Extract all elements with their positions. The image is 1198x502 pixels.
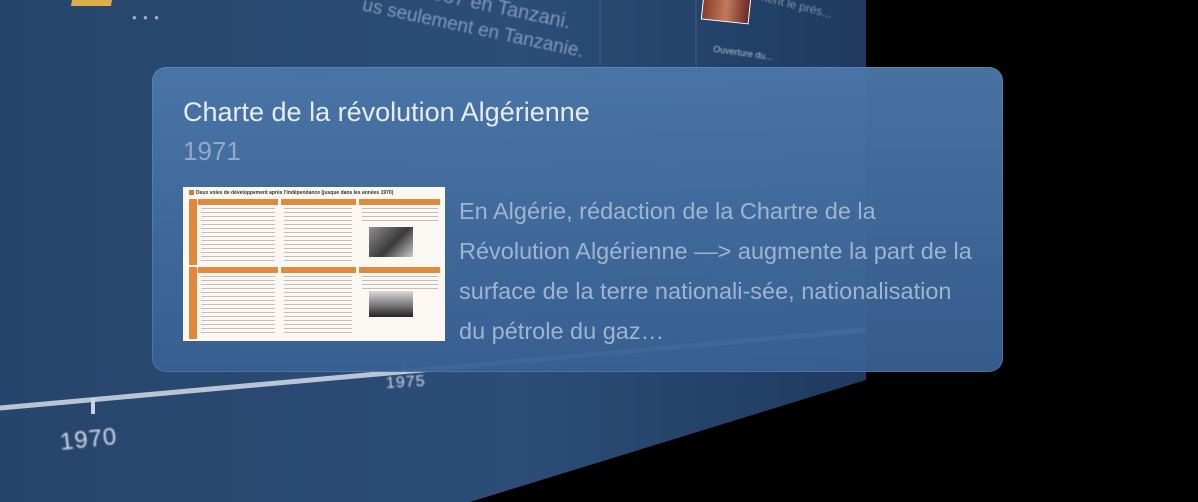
document-table-row: [189, 199, 440, 265]
year-tick: [91, 398, 95, 414]
document-photo: [369, 227, 413, 257]
document-table-row: [189, 267, 440, 339]
year-label-1970: 1970: [58, 423, 119, 456]
event-title: Charte de la révolution Algérienne: [183, 97, 590, 127]
event-year: 1971: [183, 136, 241, 166]
timeline-stage: ● ● ● 1987 en Tanzani. us seulement en T…: [0, 0, 1198, 502]
more-dots-icon: ● ● ●: [132, 13, 161, 22]
year-label-1975: 1975: [385, 372, 426, 393]
event-document-thumbnail[interactable]: Deux voies de développement après l'indé…: [183, 187, 445, 341]
document-photo: [369, 291, 413, 317]
event-thumbnail[interactable]: [70, 0, 114, 6]
event-detail-card[interactable]: Charte de la révolution Algérienne 1971 …: [152, 67, 1003, 372]
document-heading: Deux voies de développement après l'indé…: [189, 190, 393, 196]
event-description: En Algérie, rédaction de la Chartre de l…: [459, 198, 972, 344]
